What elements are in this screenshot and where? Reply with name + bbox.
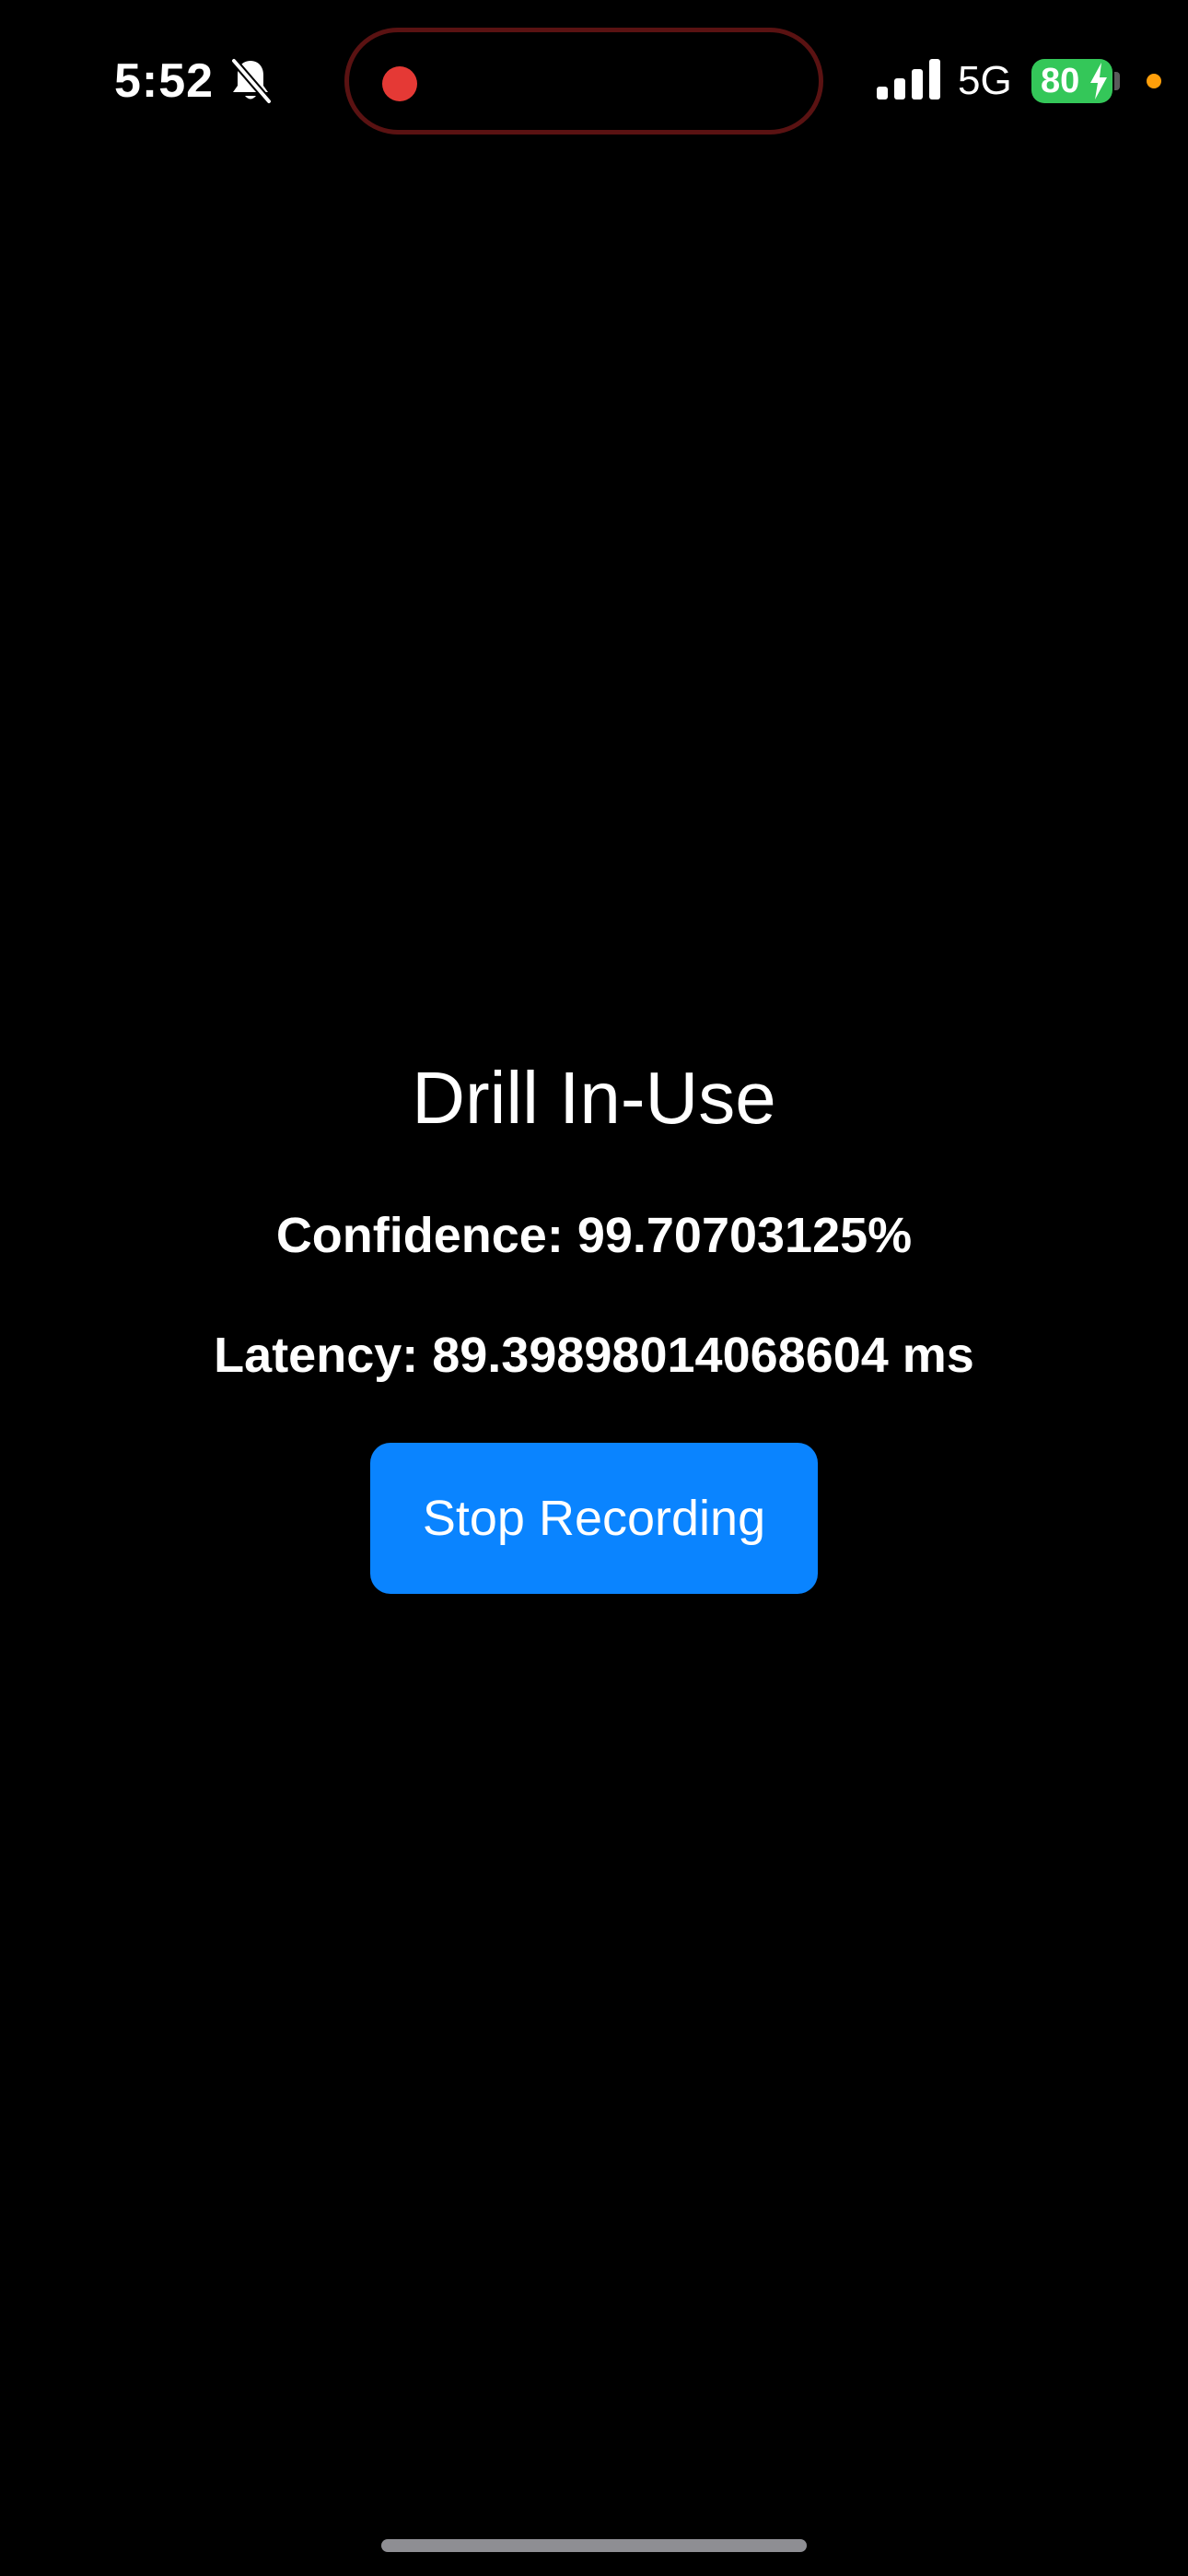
confidence-readout: Confidence: 99.70703125% xyxy=(275,1208,913,1263)
recording-indicator xyxy=(382,66,417,101)
battery-level: 80 xyxy=(1041,62,1080,100)
network-type: 5G xyxy=(958,58,1012,103)
battery-indicator: 80 xyxy=(1031,59,1112,103)
charging-bolt-icon xyxy=(1090,63,1107,100)
microphone-in-use-indicator xyxy=(1147,74,1161,88)
cellular-signal-icon xyxy=(877,59,940,100)
home-indicator[interactable] xyxy=(381,2539,807,2552)
page-title: Drill In-Use xyxy=(412,1057,776,1139)
status-bar: 5:52 5G 80 xyxy=(0,0,1188,166)
status-time: 5:52 xyxy=(114,54,215,108)
stop-recording-button[interactable]: Stop Recording xyxy=(370,1443,818,1594)
battery-cap xyxy=(1114,72,1120,90)
dynamic-island[interactable] xyxy=(344,28,823,135)
bell-slash-icon xyxy=(230,57,273,105)
latency-readout: Latency: 89.39898014068604 ms xyxy=(214,1328,974,1383)
